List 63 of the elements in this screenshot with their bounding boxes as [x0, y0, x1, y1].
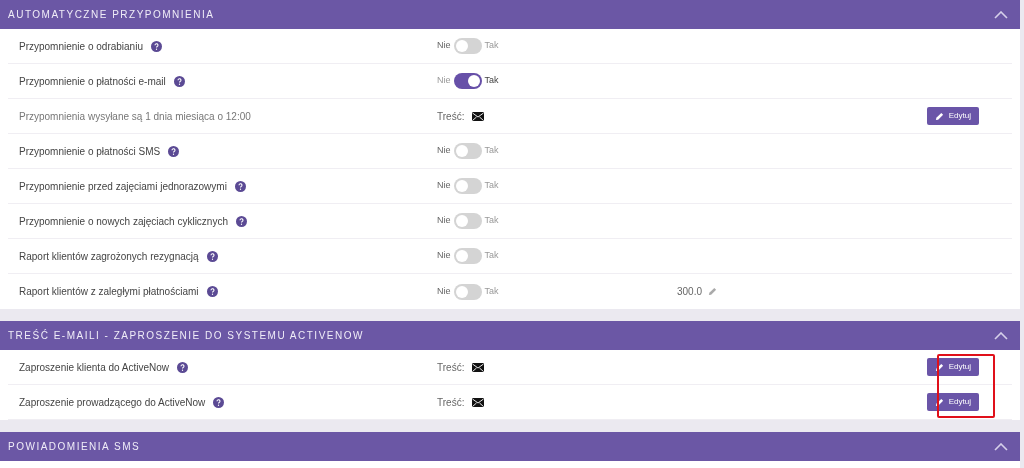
on-label: Tak	[484, 74, 499, 88]
chevron-icon[interactable]	[994, 331, 1008, 340]
on-label: Tak	[484, 144, 499, 158]
section-header[interactable]: TREŚĆ E-MAILI - ZAPROSZENIE DO SYSTEMU ACTIVENOW	[0, 321, 1020, 350]
amount-value: 300.0	[677, 285, 703, 299]
setting-label: Zaproszenie klienta do ActiveNow	[19, 360, 170, 375]
pencil-icon	[934, 362, 944, 372]
edit-button[interactable]: Edytuj	[926, 358, 979, 376]
setting-label: Przypomnienia wysyłane są 1 dnia miesiąca o 12:00	[19, 109, 251, 124]
off-label: Nie	[437, 179, 451, 193]
setting-label: Przypomnienie przed zajęciami jednorazowymi	[19, 179, 227, 194]
section-title: POWIADOMIENIA SMS	[8, 440, 141, 454]
envelope-icon[interactable]	[472, 397, 485, 407]
off-label: Nie	[437, 249, 451, 263]
toggle-switch[interactable]	[453, 283, 482, 300]
off-label: Nie	[437, 214, 451, 228]
help-icon[interactable]	[168, 145, 180, 157]
off-label: Nie	[437, 144, 451, 158]
help-icon[interactable]	[206, 286, 218, 297]
section-title: AUTOMATYCZNE PRZYPOMNIENIA	[8, 8, 215, 22]
toggle-switch[interactable]	[453, 143, 482, 159]
content-label: Treść:	[437, 109, 465, 124]
setting-label: Przypomnienie o płatności SMS	[19, 144, 161, 159]
content-label: Treść:	[437, 395, 465, 410]
envelope-icon[interactable]	[472, 111, 485, 121]
help-icon[interactable]	[236, 215, 247, 227]
help-icon[interactable]	[177, 361, 189, 373]
on-label: Tak	[484, 284, 499, 298]
setting-label: Raport klientów z zaległymi płatnościami	[19, 285, 199, 299]
section-header[interactable]: POWIADOMIENIA SMS	[0, 432, 1020, 461]
pencil-icon	[934, 111, 944, 121]
toggle-switch[interactable]	[453, 213, 482, 229]
off-label: Nie	[437, 284, 451, 298]
help-icon[interactable]	[173, 75, 185, 87]
on-label: Tak	[484, 249, 499, 263]
chevron-icon[interactable]	[994, 442, 1008, 451]
help-icon[interactable]	[213, 396, 225, 408]
section-title: TREŚĆ E-MAILI - ZAPROSZENIE DO SYSTEMU ACTIVENOW	[8, 328, 364, 343]
toggle-switch[interactable]	[453, 38, 482, 54]
off-label: Nie	[437, 74, 451, 88]
on-label: Tak	[484, 214, 499, 228]
off-label: Nie	[437, 39, 451, 53]
section-header[interactable]: AUTOMATYCZNE PRZYPOMNIENIA	[0, 0, 1020, 29]
on-label: Tak	[484, 39, 499, 53]
content-label: Treść:	[437, 360, 465, 375]
envelope-icon[interactable]	[472, 362, 485, 372]
pencil-icon	[708, 287, 718, 296]
edit-button[interactable]: Edytuj	[926, 107, 979, 125]
setting-label: Zaproszenie prowadzącego do ActiveNow	[19, 395, 206, 410]
setting-label: Raport klientów zagrożonych rezygnacją	[19, 249, 199, 264]
setting-label: Przypomnienie o odrabianiu	[19, 39, 143, 54]
help-icon[interactable]	[150, 40, 162, 52]
help-icon[interactable]	[234, 180, 246, 192]
chevron-icon[interactable]	[994, 10, 1008, 19]
toggle-switch[interactable]	[453, 178, 482, 194]
edit-button[interactable]: Edytuj	[926, 393, 979, 411]
toggle-switch[interactable]	[453, 73, 482, 89]
help-icon[interactable]	[206, 250, 218, 262]
on-label: Tak	[484, 179, 499, 193]
setting-label: Przypomnienie o płatności e-mail	[19, 74, 166, 89]
toggle-switch[interactable]	[453, 248, 482, 264]
pencil-icon	[934, 397, 944, 407]
setting-label: Przypomnienie o nowych zajęciach cyklicznych	[19, 214, 228, 229]
